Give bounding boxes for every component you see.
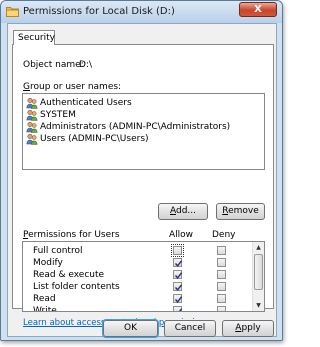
user-name: Administrators (ADMIN-PC\Administrators) bbox=[40, 122, 231, 132]
title-bar[interactable]: Permissions for Local Disk (D:) X bbox=[1, 1, 282, 23]
allow-column-header: Allow bbox=[169, 230, 194, 240]
close-button[interactable]: X bbox=[239, 2, 277, 17]
group-label-accelerator: G bbox=[23, 82, 30, 92]
permission-row: Full control bbox=[23, 244, 253, 257]
group-names-label: Group or user names: bbox=[23, 82, 121, 92]
group-label-text: roup or user names: bbox=[29, 82, 122, 92]
allow-checkbox[interactable] bbox=[171, 244, 184, 257]
remove-button[interactable]: Remove bbox=[216, 203, 265, 220]
apply-button[interactable]: Apply bbox=[222, 320, 274, 337]
permission-row: Modify bbox=[23, 257, 253, 269]
tab-security[interactable]: Security bbox=[13, 30, 55, 45]
remove-label: emove bbox=[228, 206, 259, 216]
permission-label: Full control bbox=[33, 246, 83, 256]
permission-row: Read bbox=[23, 293, 253, 305]
user-name: Authenticated Users bbox=[40, 98, 132, 108]
deny-checkbox[interactable] bbox=[217, 282, 226, 291]
deny-checkbox[interactable] bbox=[217, 258, 226, 267]
users-group-icon bbox=[26, 133, 38, 145]
permission-row: List folder contents bbox=[23, 281, 253, 293]
deny-checkbox[interactable] bbox=[217, 246, 226, 255]
folder-icon bbox=[6, 7, 19, 17]
permission-row: Read & execute bbox=[23, 269, 253, 281]
permissions-scrollbar[interactable]: ▲ ▼ bbox=[252, 242, 264, 311]
allow-checkbox[interactable] bbox=[173, 294, 183, 303]
scroll-down-arrow-icon[interactable]: ▼ bbox=[253, 300, 264, 311]
permission-label: Read & execute bbox=[33, 270, 105, 280]
allow-checkbox[interactable] bbox=[173, 282, 183, 291]
deny-checkbox[interactable] bbox=[217, 294, 226, 303]
add-label: dd... bbox=[175, 206, 196, 216]
window-title: Permissions for Local Disk (D:) bbox=[23, 6, 175, 17]
allow-checkbox[interactable] bbox=[173, 306, 183, 311]
deny-checkbox[interactable] bbox=[217, 270, 226, 279]
cancel-button[interactable]: Cancel bbox=[164, 320, 216, 337]
add-button[interactable]: Add... bbox=[158, 203, 208, 220]
deny-column-header: Deny bbox=[212, 230, 236, 240]
allow-checkbox[interactable] bbox=[173, 270, 183, 279]
object-name-value: D:\ bbox=[79, 60, 92, 70]
user-name: SYSTEM bbox=[40, 110, 76, 120]
scroll-up-arrow-icon[interactable]: ▲ bbox=[253, 242, 264, 253]
allow-checkbox[interactable] bbox=[173, 258, 183, 267]
permissions-header-text: ermissions for Users bbox=[28, 230, 120, 240]
permissions-dialog: Permissions for Local Disk (D:) X Securi… bbox=[0, 0, 283, 341]
users-group-icon bbox=[26, 121, 38, 133]
users-group-icon bbox=[26, 97, 38, 109]
permissions-list[interactable]: Write Read List folder contents Read & exec… bbox=[22, 241, 265, 312]
security-tab-panel: Object name: D:\ Group or user names: Au… bbox=[12, 44, 274, 328]
dialog-client-area: Security Object name: D:\ Group or user … bbox=[7, 23, 277, 338]
ok-button[interactable]: OK bbox=[102, 319, 159, 338]
permission-row: Write bbox=[23, 305, 253, 312]
object-name-label: Object name: bbox=[23, 60, 84, 70]
user-name: Users (ADMIN-PC\Users) bbox=[40, 134, 149, 144]
permission-label: Read bbox=[33, 294, 56, 304]
permission-label: Write bbox=[33, 306, 57, 312]
permission-label: List folder contents bbox=[33, 282, 120, 292]
deny-checkbox[interactable] bbox=[217, 306, 226, 311]
apply-label: pply bbox=[241, 323, 261, 333]
scroll-thumb[interactable] bbox=[254, 254, 263, 290]
users-group-icon bbox=[26, 109, 38, 121]
permission-label: Modify bbox=[33, 258, 63, 268]
permissions-header: Permissions for Users bbox=[23, 230, 120, 240]
user-list[interactable]: Authenticated Users SYSTEM Administrators … bbox=[22, 93, 265, 170]
